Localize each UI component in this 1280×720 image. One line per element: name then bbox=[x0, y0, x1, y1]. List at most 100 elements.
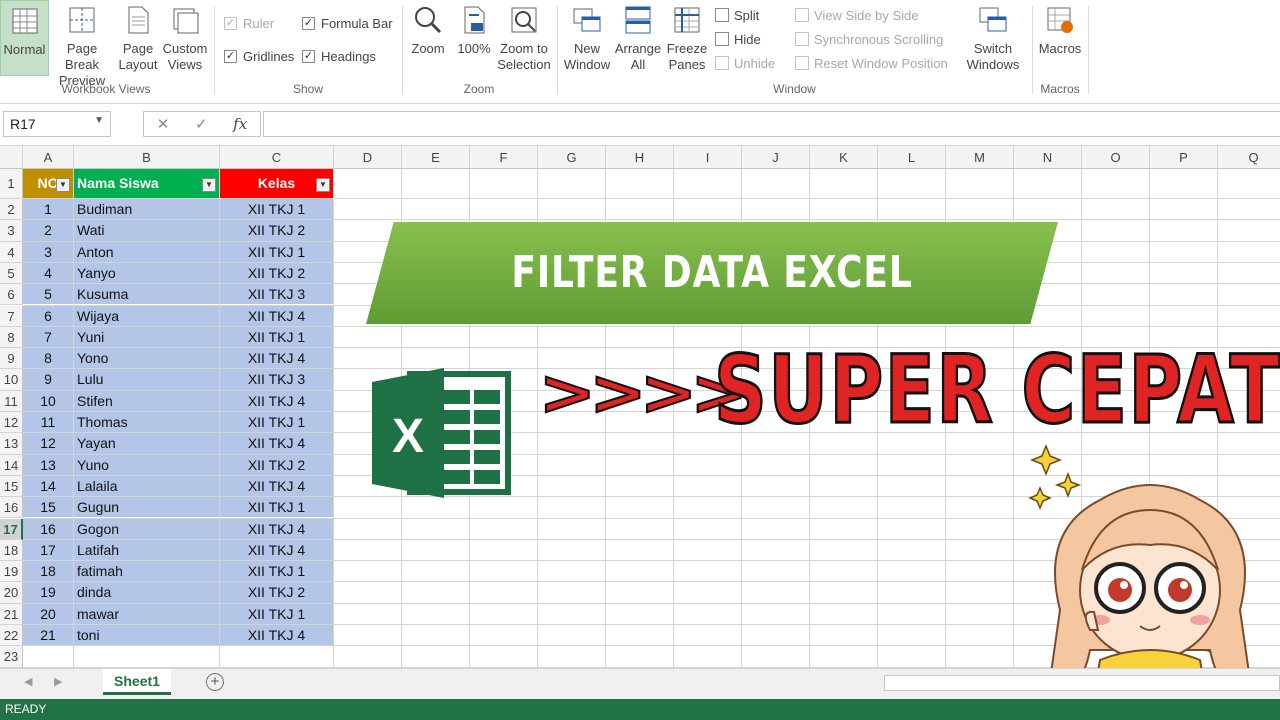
cell-kelas[interactable]: XII TKJ 2 bbox=[220, 582, 333, 603]
cell-nama[interactable]: Gugun bbox=[74, 497, 219, 518]
cell-nama[interactable]: Lalaila bbox=[74, 475, 219, 497]
cell-kelas[interactable]: XII TKJ 3 bbox=[220, 284, 333, 305]
filter-dropdown-icon[interactable]: ▼ bbox=[316, 178, 330, 192]
cell-kelas[interactable]: XII TKJ 1 bbox=[220, 412, 333, 433]
headings-checkbox[interactable]: ✓ Headings bbox=[302, 47, 376, 65]
cell-nama[interactable]: Wijaya bbox=[74, 305, 219, 326]
cell-nama[interactable]: Stifen bbox=[74, 390, 219, 411]
freeze-panes-button[interactable]: Freeze Panes bbox=[664, 0, 710, 73]
cell-no[interactable]: 5 bbox=[23, 284, 73, 305]
column-header[interactable]: P bbox=[1150, 146, 1218, 169]
page-layout-button[interactable]: Page Layout bbox=[116, 0, 160, 73]
enter-icon[interactable]: ✓ bbox=[195, 115, 208, 133]
cell-nama[interactable]: mawar bbox=[74, 603, 219, 624]
cell-nama[interactable]: Yayan bbox=[74, 433, 219, 454]
cell-nama[interactable]: Latifah bbox=[74, 539, 219, 561]
cell-no[interactable]: 9 bbox=[23, 369, 73, 390]
column-header[interactable]: E bbox=[402, 146, 470, 169]
column-header[interactable]: A bbox=[23, 146, 74, 169]
row-header[interactable]: 10 bbox=[0, 369, 23, 391]
cell-kelas[interactable]: XII TKJ 2 bbox=[220, 262, 333, 284]
row-header[interactable]: 9 bbox=[0, 348, 23, 370]
cell-no[interactable]: 12 bbox=[23, 433, 73, 454]
column-header[interactable]: Q bbox=[1218, 146, 1280, 169]
cell-no[interactable]: 21 bbox=[23, 625, 73, 646]
name-box[interactable]: R17 ▼ bbox=[3, 111, 111, 137]
cell-no[interactable]: 2 bbox=[23, 220, 73, 241]
row-header[interactable]: 7 bbox=[0, 305, 23, 327]
column-header[interactable]: I bbox=[674, 146, 742, 169]
column-header[interactable]: G bbox=[538, 146, 606, 169]
cell-no[interactable]: 3 bbox=[23, 241, 73, 262]
cell-nama[interactable]: Yanyo bbox=[74, 262, 219, 284]
cell-kelas[interactable]: XII TKJ 2 bbox=[220, 220, 333, 241]
row-header[interactable]: 16 bbox=[0, 497, 23, 519]
cell-nama[interactable]: Gogon bbox=[74, 518, 219, 539]
row-header[interactable]: 1 bbox=[0, 169, 23, 199]
row-header[interactable]: 23 bbox=[0, 646, 23, 668]
cell-kelas[interactable]: XII TKJ 4 bbox=[220, 390, 333, 411]
column-header[interactable]: M bbox=[946, 146, 1014, 169]
cell-kelas[interactable]: XII TKJ 4 bbox=[220, 539, 333, 561]
reset-window-position-button[interactable]: Reset Window Position bbox=[795, 54, 948, 72]
cell-kelas[interactable]: XII TKJ 4 bbox=[220, 518, 333, 539]
column-header[interactable]: H bbox=[606, 146, 674, 169]
cell-nama[interactable]: toni bbox=[74, 625, 219, 646]
zoom-button[interactable]: Zoom bbox=[406, 0, 450, 57]
cell-nama[interactable]: Anton bbox=[74, 241, 219, 262]
cell-nama[interactable]: Lulu bbox=[74, 369, 219, 390]
cell-kelas[interactable]: XII TKJ 2 bbox=[220, 454, 333, 475]
cell-nama[interactable]: Kusuma bbox=[74, 284, 219, 305]
cell-no[interactable]: 20 bbox=[23, 603, 73, 624]
split-button[interactable]: Split bbox=[715, 6, 759, 24]
macros-button[interactable]: Macros bbox=[1036, 0, 1084, 57]
view-side-by-side-button[interactable]: View Side by Side bbox=[795, 6, 919, 24]
cell-nama[interactable]: dinda bbox=[74, 582, 219, 603]
custom-views-button[interactable]: Custom Views bbox=[160, 0, 210, 73]
horizontal-scrollbar[interactable] bbox=[884, 675, 1280, 691]
cell-no[interactable]: 7 bbox=[23, 326, 73, 348]
cell-no[interactable]: 18 bbox=[23, 561, 73, 582]
gridlines-checkbox[interactable]: ✓ Gridlines bbox=[224, 47, 294, 65]
page-break-preview-button[interactable]: Page Break Preview bbox=[50, 0, 114, 89]
cell-no[interactable]: 4 bbox=[23, 262, 73, 284]
cell-no[interactable]: 19 bbox=[23, 582, 73, 603]
header-nama-siswa[interactable]: Nama Siswa bbox=[74, 169, 219, 198]
row-header[interactable]: 11 bbox=[0, 390, 23, 412]
row-header[interactable]: 8 bbox=[0, 326, 23, 349]
row-header[interactable]: 18 bbox=[0, 539, 23, 562]
cell-no[interactable]: 14 bbox=[23, 475, 73, 497]
cell-kelas[interactable]: XII TKJ 4 bbox=[220, 433, 333, 454]
cell-no[interactable]: 16 bbox=[23, 518, 73, 539]
add-sheet-icon[interactable]: + bbox=[206, 673, 224, 691]
column-header[interactable]: O bbox=[1082, 146, 1150, 169]
cell-nama[interactable]: Thomas bbox=[74, 412, 219, 433]
row-header[interactable]: 19 bbox=[0, 561, 23, 583]
synchronous-scrolling-button[interactable]: Synchronous Scrolling bbox=[795, 30, 943, 48]
switch-windows-button[interactable]: Switch Windows bbox=[960, 0, 1026, 73]
cell-no[interactable]: 11 bbox=[23, 412, 73, 433]
normal-view-button[interactable]: Normal bbox=[0, 0, 49, 76]
cell-no[interactable]: 6 bbox=[23, 305, 73, 326]
zoom-to-selection-button[interactable]: Zoom to Selection bbox=[496, 0, 552, 73]
cell-kelas[interactable]: XII TKJ 4 bbox=[220, 625, 333, 646]
cell-no[interactable]: 17 bbox=[23, 539, 73, 561]
row-header[interactable]: 22 bbox=[0, 625, 23, 647]
column-header[interactable]: F bbox=[470, 146, 538, 169]
arrange-all-button[interactable]: Arrange All bbox=[614, 0, 662, 73]
cell-nama[interactable]: Wati bbox=[74, 220, 219, 241]
column-header[interactable]: K bbox=[810, 146, 878, 169]
row-header[interactable]: 15 bbox=[0, 475, 23, 498]
insert-function-icon[interactable]: fx bbox=[233, 115, 247, 133]
column-header[interactable]: C bbox=[220, 146, 334, 169]
new-window-button[interactable]: New Window bbox=[562, 0, 612, 73]
cell-kelas[interactable]: XII TKJ 4 bbox=[220, 348, 333, 369]
filter-dropdown-icon[interactable]: ▼ bbox=[56, 178, 70, 192]
row-header[interactable]: 21 bbox=[0, 603, 23, 625]
scroll-left-icon[interactable]: ◀ bbox=[24, 675, 32, 688]
cell-no[interactable]: 8 bbox=[23, 348, 73, 369]
hide-button[interactable]: Hide bbox=[715, 30, 761, 48]
row-header[interactable]: 20 bbox=[0, 582, 23, 604]
scroll-right-icon[interactable]: ▶ bbox=[54, 675, 62, 688]
column-header[interactable]: L bbox=[878, 146, 946, 169]
